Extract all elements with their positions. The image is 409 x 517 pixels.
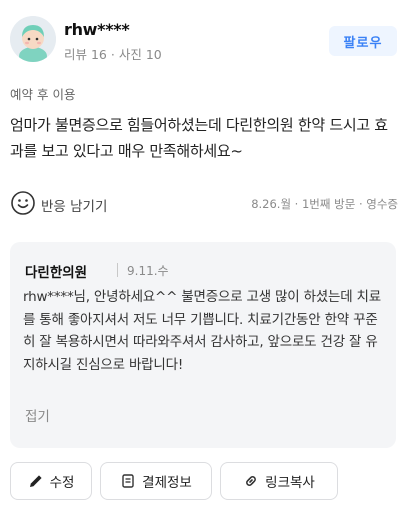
pencil-icon (29, 475, 42, 487)
divider (117, 263, 118, 277)
review-text: 엄마가 불면증으로 힘들어하셨는데 다린한의원 한약 드시고 효과를 보고 있다… (10, 116, 388, 160)
payment-info-label: 결제정보 (142, 475, 192, 490)
reviewer-header: rhw**** 리뷰 16 · 사진 10 팔로우 (10, 16, 399, 68)
photo-count: 사진 10 (118, 47, 162, 62)
reviewer-stats: 리뷰 16 · 사진 10 (64, 44, 162, 63)
reply-date: 9.11.수 (127, 264, 169, 278)
leave-reaction-button[interactable]: 반응 남기기 (41, 195, 107, 215)
copy-link-label: 링크복사 (265, 475, 315, 490)
smile-icon[interactable] (10, 190, 36, 216)
username[interactable]: rhw**** (64, 20, 130, 39)
visit-info: 8.26.월 · 1번째 방문 · 영수증 (251, 197, 398, 211)
receipt-icon (122, 474, 134, 488)
copy-link-button[interactable]: 링크복사 (220, 462, 338, 500)
collapse-button[interactable]: 접기 (25, 405, 50, 425)
owner-reply: 다린한의원 9.11.수 rhw****님, 안녕하세요^^ 불면증으로 고생 … (10, 242, 396, 448)
avatar[interactable] (10, 16, 56, 62)
link-icon (246, 476, 257, 486)
visit-type-tag: 예약 후 이용 (10, 87, 76, 102)
edit-label: 수정 (49, 475, 75, 490)
owner-name: 다린한의원 (25, 265, 88, 281)
follow-button[interactable]: 팔로우 (329, 26, 397, 56)
reply-text: rhw****님, 안녕하세요^^ 불면증으로 고생 많이 하셨는데 치료를 통… (23, 289, 381, 373)
payment-info-button[interactable]: 결제정보 (100, 462, 212, 500)
edit-button[interactable]: 수정 (10, 462, 92, 500)
reaction-row: 반응 남기기 8.26.월 · 1번째 방문 · 영수증 (10, 189, 400, 217)
meta-separator: · (110, 47, 115, 62)
review-count: 리뷰 16 (64, 47, 107, 62)
